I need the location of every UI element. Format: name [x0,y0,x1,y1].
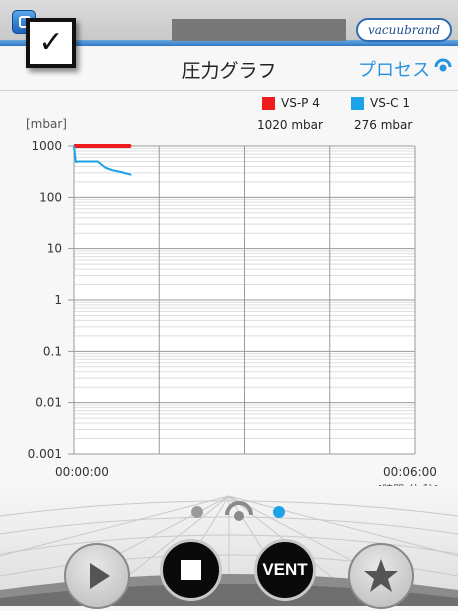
legend-label-vsc1: VS-C 1 [370,96,410,110]
play-button[interactable] [64,543,130,609]
data-point [130,173,132,176]
y-tick-label: 10 [47,242,62,256]
data-point [120,145,123,147]
data-point [120,171,123,173]
legend-swatch-vsp4 [262,97,275,110]
data-point [82,145,85,147]
data-point [111,169,113,171]
y-tick-label: 0.001 [28,447,62,461]
legend-swatch-vsc1 [351,97,364,110]
vent-button[interactable]: VENT [254,539,316,601]
legend-label-vsp4: VS-P 4 [281,96,320,110]
favorite-button[interactable] [348,543,414,609]
y-tick-label: 1000 [31,139,62,153]
data-point [73,145,75,147]
stop-icon [181,560,201,580]
y-tick-label: 100 [39,190,62,204]
wifi-indicator-icon [225,501,253,521]
x-end-label: 00:06:00 [383,465,437,479]
data-point [104,166,107,169]
process-link[interactable]: プロセス [358,56,430,82]
data-point [101,145,104,147]
data-point [77,160,80,163]
status-placeholder-bar [172,19,346,41]
check-icon[interactable]: ✓ [26,18,76,68]
data-point [130,145,132,147]
brand-logo: vacuubrand [356,18,452,42]
y-tick-label: 0.01 [35,396,62,410]
pressure-chart: 10001001010.10.010.001 00:00:0000:06:00[… [28,139,438,486]
star-icon [364,559,398,592]
data-point [96,160,99,163]
page-dot-2[interactable] [273,506,285,518]
data-point [75,161,77,163]
page-dot-1[interactable] [191,506,203,518]
data-point [92,145,94,147]
process-icon[interactable] [434,57,452,75]
header-divider [0,90,458,91]
data-point [111,145,113,147]
y-tick-label: 0.1 [43,344,62,358]
stop-button[interactable] [160,539,222,601]
y-axis-label: [mbar] [26,117,67,131]
y-tick-label: 1 [54,293,62,307]
play-icon [90,563,110,589]
x-start-label: 00:00:00 [55,465,109,479]
